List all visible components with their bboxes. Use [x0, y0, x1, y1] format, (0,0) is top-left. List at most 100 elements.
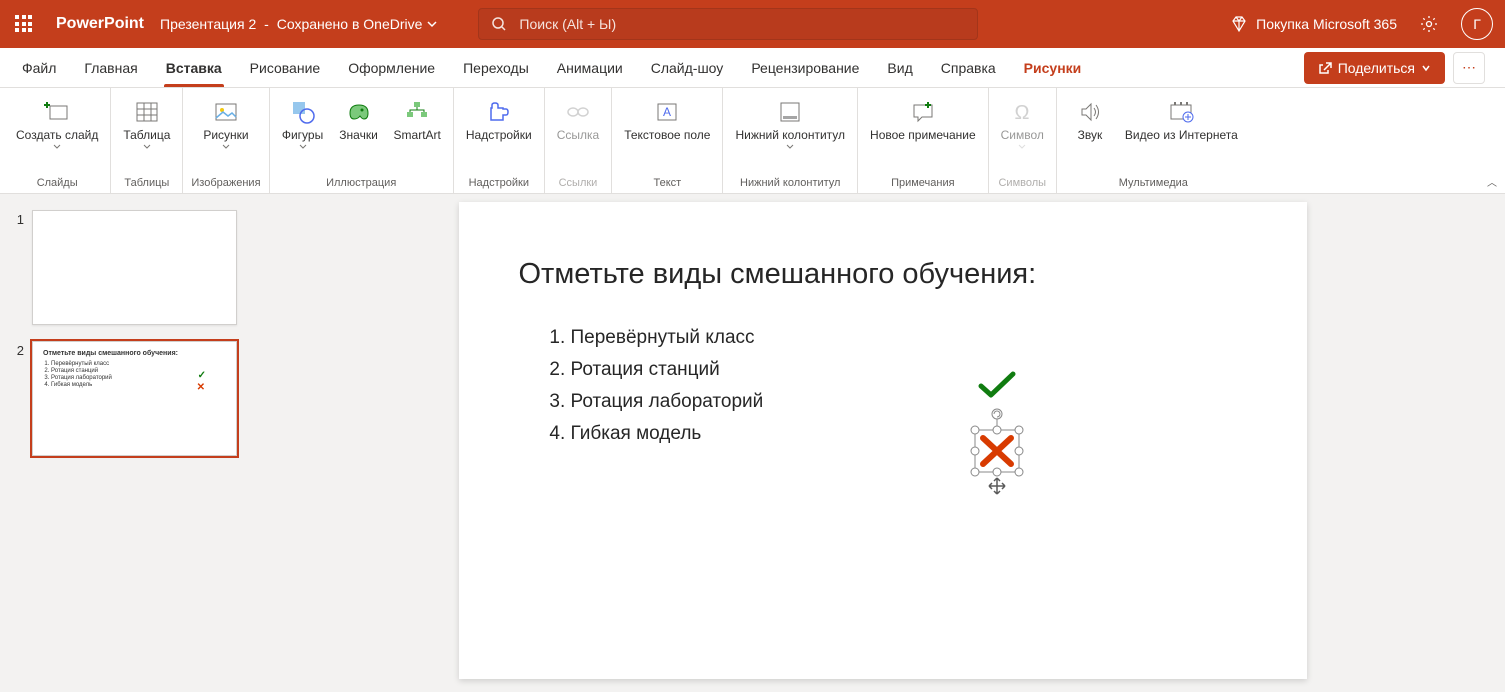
header-footer-label: Нижний колонтитул [735, 128, 845, 142]
group-illustrations-label: Иллюстрация [326, 175, 396, 191]
buy-premium-button[interactable]: Покупка Microsoft 365 [1230, 15, 1397, 33]
slide-list[interactable]: Перевёрнутый класс Ротация станций Ротац… [519, 327, 1247, 445]
list-item[interactable]: Ротация станций [571, 359, 1247, 381]
check-mark-image[interactable] [977, 370, 1017, 400]
icons-button[interactable]: Значки [334, 96, 384, 144]
thumb-check-icon: ✓ [198, 370, 206, 381]
thumb-number: 1 [8, 210, 24, 325]
tab-file[interactable]: Файл [8, 48, 70, 87]
diamond-icon [1230, 15, 1248, 33]
new-slide-button[interactable]: Создать слайд [12, 96, 102, 151]
chevron-down-icon [53, 144, 61, 149]
textbox-icon: A [654, 98, 680, 126]
new-slide-icon [44, 98, 70, 126]
video-button[interactable]: Видео из Интернета [1121, 96, 1242, 144]
tab-view[interactable]: Вид [873, 48, 926, 87]
list-item[interactable]: Гибкая модель [571, 423, 1247, 445]
group-text-label: Текст [653, 175, 681, 191]
picture-icon [213, 98, 239, 126]
thumb-title: Отметьте виды смешанного обучения: [43, 350, 226, 357]
search-box[interactable] [478, 8, 978, 40]
pictures-button[interactable]: Рисунки [199, 96, 252, 151]
group-symbols: Ω Символ Символы [989, 88, 1057, 193]
video-label: Видео из Интернета [1125, 128, 1238, 142]
smartart-button[interactable]: SmartArt [390, 96, 445, 144]
group-images-label: Изображения [191, 175, 260, 191]
thumb-x-icon: ✕ [197, 382, 205, 393]
comment-icon [910, 98, 936, 126]
thumb-li: Перевёрнутый класс [51, 361, 226, 367]
addins-button[interactable]: Надстройки [462, 96, 536, 144]
premium-label: Покупка Microsoft 365 [1256, 16, 1397, 32]
tab-transitions[interactable]: Переходы [449, 48, 543, 87]
user-avatar[interactable]: Г [1461, 8, 1493, 40]
symbol-icon: Ω [1009, 98, 1035, 126]
list-item[interactable]: Перевёрнутый класс [571, 327, 1247, 349]
collapse-ribbon-button[interactable]: ︿ [1487, 174, 1497, 189]
search-input[interactable] [519, 16, 965, 32]
audio-label: Звук [1078, 128, 1103, 142]
chevron-down-icon [143, 144, 151, 149]
tab-design[interactable]: Оформление [334, 48, 449, 87]
settings-button[interactable] [1413, 8, 1445, 40]
tab-insert[interactable]: Вставка [152, 48, 236, 87]
link-icon [565, 98, 591, 126]
svg-text:A: A [663, 105, 671, 119]
list-item[interactable]: Ротация лабораторий [571, 391, 1247, 413]
thumbnail-pane[interactable]: 1 2 Отметьте виды смешанного обучения: П… [0, 194, 260, 692]
new-slide-label: Создать слайд [16, 128, 98, 142]
share-icon [1318, 61, 1332, 75]
table-button[interactable]: Таблица [119, 96, 174, 151]
group-comments: Новое примечание Примечания [858, 88, 989, 193]
tab-review[interactable]: Рецензирование [737, 48, 873, 87]
tab-help[interactable]: Справка [927, 48, 1010, 87]
thumb-number: 2 [8, 341, 24, 456]
ribbon-overflow-button[interactable]: ⋯ [1453, 52, 1485, 84]
slide-thumbnail-1[interactable]: 1 [8, 210, 252, 325]
group-header-footer: Нижний колонтитул Нижний колонтитул [723, 88, 858, 193]
new-comment-label: Новое примечание [870, 128, 976, 142]
gear-icon [1420, 15, 1438, 33]
group-hf-label: Нижний колонтитул [740, 175, 840, 191]
shapes-icon [290, 98, 316, 126]
table-icon [134, 98, 160, 126]
video-icon [1168, 98, 1194, 126]
document-title[interactable]: Презентация 2 - Сохранено в OneDrive [160, 16, 438, 32]
tab-draw[interactable]: Рисование [236, 48, 335, 87]
share-button[interactable]: Поделиться [1304, 52, 1445, 84]
shapes-button[interactable]: Фигуры [278, 96, 328, 151]
link-button: Ссылка [553, 96, 603, 144]
slide-canvas[interactable]: Отметьте виды смешанного обучения: Перев… [459, 202, 1307, 679]
smartart-icon [404, 98, 430, 126]
thumb-preview-1 [32, 210, 237, 325]
textbox-button[interactable]: A Текстовое поле [620, 96, 714, 144]
app-launcher-button[interactable] [0, 0, 48, 48]
doc-title-separator: - [260, 16, 272, 32]
tab-home[interactable]: Главная [70, 48, 151, 87]
doc-name-text: Презентация 2 [160, 16, 256, 32]
header-footer-button[interactable]: Нижний колонтитул [731, 96, 849, 151]
slide-thumbnail-2[interactable]: 2 Отметьте виды смешанного обучения: Пер… [8, 341, 252, 456]
audio-button[interactable]: Звук [1065, 96, 1115, 144]
group-tables: Таблица Таблицы [111, 88, 183, 193]
title-bar-right: Покупка Microsoft 365 Г [1230, 8, 1505, 40]
tab-picture-format[interactable]: Рисунки [1010, 48, 1096, 87]
tab-animations[interactable]: Анимации [543, 48, 637, 87]
x-mark-selected-image[interactable] [967, 408, 1027, 498]
slide-pane[interactable]: Отметьте виды смешанного обучения: Перев… [260, 194, 1505, 692]
saved-status-text: Сохранено в OneDrive [277, 16, 423, 32]
group-comments-label: Примечания [891, 175, 955, 191]
addins-label: Надстройки [466, 128, 532, 142]
icons-icon [346, 98, 372, 126]
chevron-down-icon [1018, 144, 1026, 149]
slide-title-text[interactable]: Отметьте виды смешанного обучения: [519, 258, 1247, 291]
ribbon-tabs: Файл Главная Вставка Рисование Оформлени… [0, 48, 1505, 88]
shapes-label: Фигуры [282, 128, 323, 142]
group-text: A Текстовое поле Текст [612, 88, 723, 193]
title-bar: PowerPoint Презентация 2 - Сохранено в O… [0, 0, 1505, 48]
edit-area: 1 2 Отметьте виды смешанного обучения: П… [0, 194, 1505, 692]
app-name: PowerPoint [56, 15, 144, 33]
new-comment-button[interactable]: Новое примечание [866, 96, 980, 144]
group-media: Звук Видео из Интернета Мультимедиа [1057, 88, 1250, 193]
tab-slideshow[interactable]: Слайд-шоу [637, 48, 738, 87]
